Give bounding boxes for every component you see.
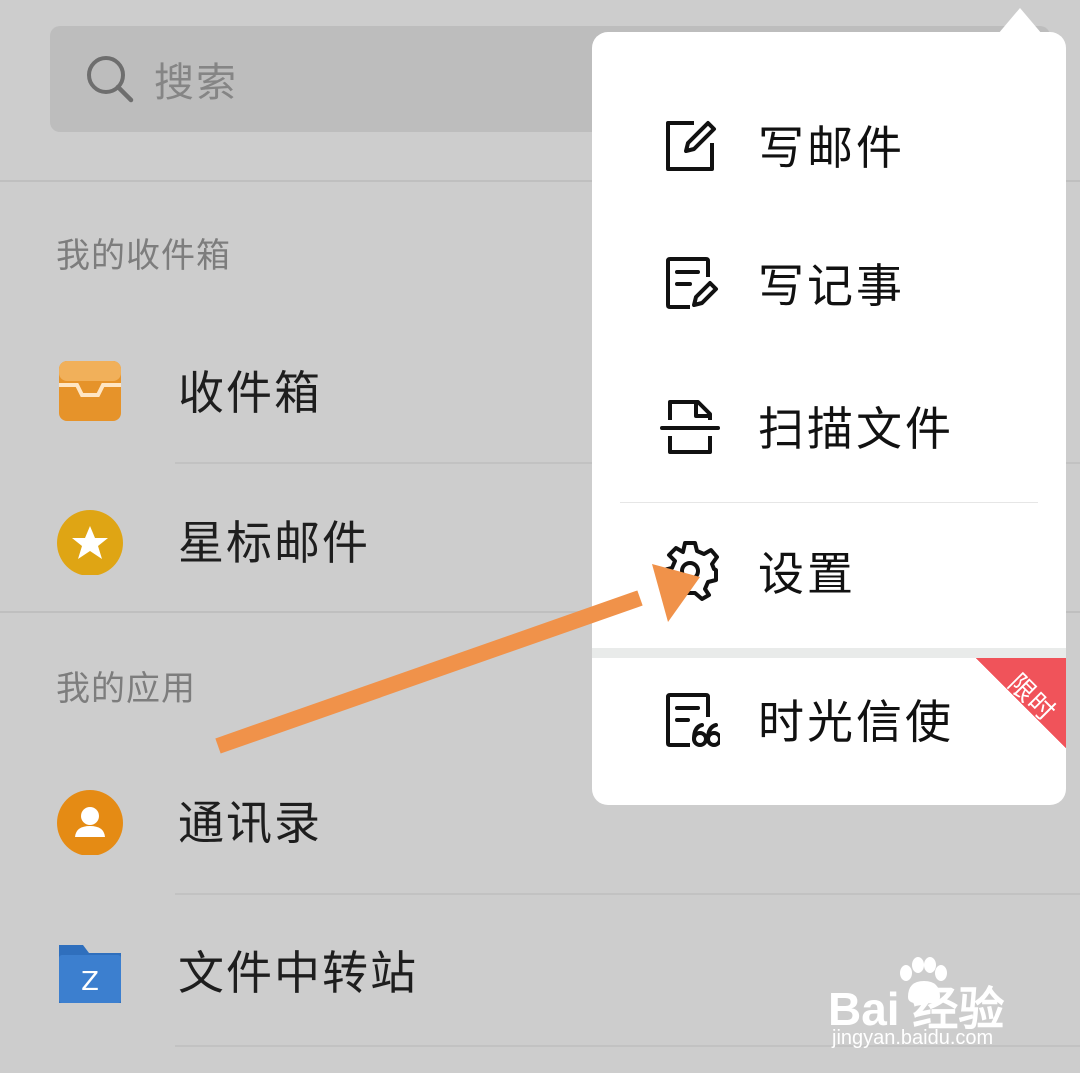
time-letter-icon (666, 693, 720, 747)
menu-divider (620, 502, 1038, 503)
star-icon (57, 510, 123, 575)
contact-person-icon (57, 790, 123, 855)
svg-text:Z: Z (81, 967, 99, 997)
list-item-label: 通讯录 (178, 796, 322, 850)
search-icon (87, 56, 134, 103)
list-item-inbox[interactable]: 收件箱 (55, 350, 320, 430)
folder-z-icon: Z (59, 945, 121, 1003)
section-title-mailboxes: 我的收件箱 (56, 236, 231, 276)
baidu-jingyan-watermark: Bai 经验 jingyan.baidu.com (828, 955, 1028, 1055)
list-item-label: 文件中转站 (178, 946, 418, 1000)
menu-item-label: 写邮件 (758, 121, 905, 175)
menu-group-separator (592, 648, 1066, 658)
limited-time-badge: 限时 (976, 658, 1066, 748)
menu-item-label: 写记事 (758, 259, 905, 313)
section-title-apps: 我的应用 (56, 669, 196, 709)
inbox-tray-icon (59, 361, 121, 421)
list-item-file-transfer[interactable]: Z 文件中转站 (55, 930, 416, 1010)
list-item-starred[interactable]: 星标邮件 (55, 500, 368, 580)
menu-item-note[interactable]: 写记事 (592, 228, 1066, 338)
menu-item-label: 设置 (758, 547, 856, 601)
note-icon (666, 257, 718, 309)
compose-icon (666, 121, 716, 171)
quick-action-menu: 写邮件 写记事 扫描文件 设置 时光信使 限时 (592, 32, 1066, 805)
menu-item-compose[interactable]: 写邮件 (592, 90, 1066, 200)
list-item-contacts[interactable]: 通讯录 (55, 780, 320, 860)
menu-item-label: 时光信使 (758, 695, 954, 749)
row-divider (175, 893, 1080, 895)
list-item-label: 星标邮件 (178, 516, 370, 570)
menu-item-settings[interactable]: 设置 (592, 516, 1066, 626)
gear-icon (662, 541, 719, 601)
search-placeholder: 搜索 (154, 60, 238, 106)
list-item-label: 收件箱 (178, 366, 322, 420)
watermark-url: jingyan.baidu.com (832, 1027, 994, 1049)
menu-item-label: 扫描文件 (758, 402, 954, 456)
menu-item-scan[interactable]: 扫描文件 (592, 371, 1066, 481)
scan-document-icon (660, 400, 720, 454)
popup-pointer (998, 8, 1042, 34)
